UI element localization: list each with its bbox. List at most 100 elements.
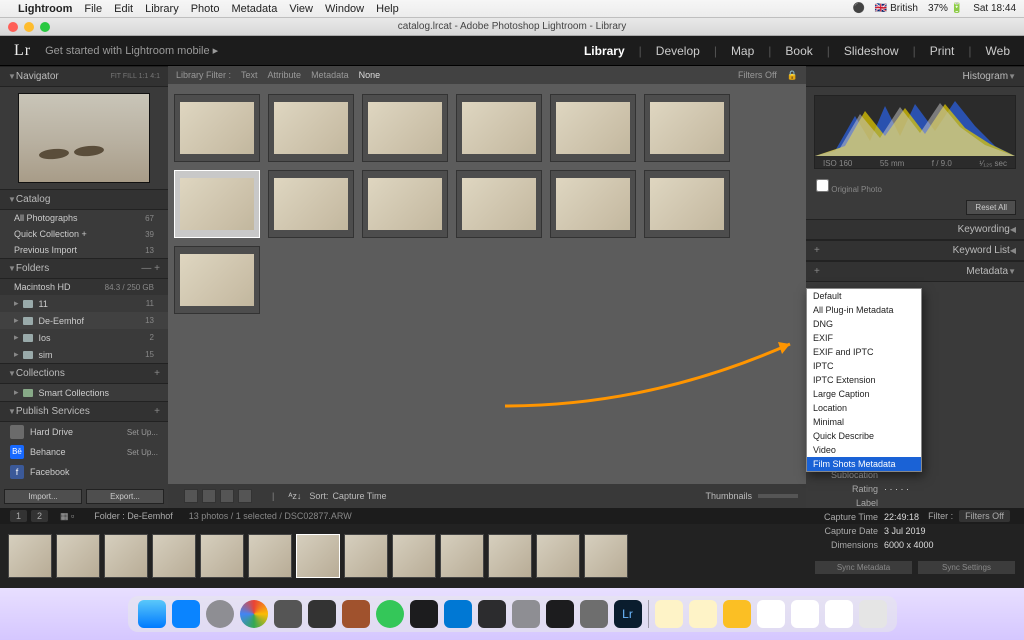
module-develop[interactable]: Develop <box>656 44 700 58</box>
navigator-panel-header[interactable]: ▼Navigator FIT FILL 1:1 4:1 <box>0 66 168 87</box>
grid-thumbnail[interactable] <box>550 170 636 238</box>
filmstrip-thumbnail[interactable] <box>392 534 436 578</box>
keyword-list-panel-header[interactable]: +Keyword List◀ <box>806 240 1024 261</box>
module-web[interactable]: Web <box>986 44 1010 58</box>
close-window-button[interactable] <box>8 22 18 32</box>
dock-app-icon[interactable] <box>723 600 751 628</box>
folder-item[interactable]: ▸Ios2 <box>0 329 168 346</box>
preset-menu-item[interactable]: DNG <box>807 317 921 331</box>
menu-photo[interactable]: Photo <box>191 3 220 15</box>
filters-off-toggle[interactable]: Filters Off <box>738 70 777 80</box>
dock-window-icon[interactable] <box>757 600 785 628</box>
dock-window-icon[interactable] <box>825 600 853 628</box>
folders-volume[interactable]: Macintosh HD84.3 / 250 GB <box>0 279 168 295</box>
catalog-previous-import[interactable]: Previous Import13 <box>0 242 168 258</box>
filmstrip-thumbnail[interactable] <box>488 534 532 578</box>
folders-panel-header[interactable]: ▼Folders— + <box>0 258 168 279</box>
preset-menu-item[interactable]: Video <box>807 443 921 457</box>
dock-app-icon[interactable] <box>512 600 540 628</box>
publish-hard-drive[interactable]: Hard DriveSet Up... <box>0 422 168 442</box>
dock-folder-icon[interactable] <box>689 600 717 628</box>
filmstrip-thumbnail[interactable] <box>104 534 148 578</box>
grid-thumbnail[interactable] <box>644 170 730 238</box>
collections-panel-header[interactable]: ▼Collections+ <box>0 363 168 384</box>
menu-library[interactable]: Library <box>145 3 179 15</box>
filmstrip-thumbnail[interactable] <box>8 534 52 578</box>
dock-finder-icon[interactable] <box>138 600 166 628</box>
dock-app-icon[interactable] <box>546 600 574 628</box>
dock-app-icon[interactable] <box>478 600 506 628</box>
filmstrip-thumbnail[interactable] <box>56 534 100 578</box>
grid-thumbnail[interactable] <box>174 170 260 238</box>
preset-menu-item[interactable]: EXIF <box>807 331 921 345</box>
keywording-panel-header[interactable]: Keywording◀ <box>806 219 1024 240</box>
dock-chrome-icon[interactable] <box>240 600 268 628</box>
dock-launchpad-icon[interactable] <box>206 600 234 628</box>
preset-menu-item[interactable]: Film Shots Metadata <box>807 457 921 471</box>
preset-menu-item[interactable]: Large Caption <box>807 387 921 401</box>
grid-thumbnail[interactable] <box>268 170 354 238</box>
dock-folder-icon[interactable] <box>655 600 683 628</box>
survey-view-icon[interactable] <box>238 489 252 503</box>
breadcrumb[interactable]: Folder : De-Eemhof <box>94 511 173 521</box>
preset-menu-item[interactable]: Default <box>807 289 921 303</box>
dock-vscode-icon[interactable] <box>444 600 472 628</box>
original-photo-checkbox[interactable] <box>816 179 829 192</box>
menu-file[interactable]: File <box>84 3 102 15</box>
lang-indicator[interactable]: 🇬🇧 British <box>875 3 918 14</box>
wifi-icon[interactable]: ⚫ <box>852 3 864 14</box>
preset-menu-item[interactable]: EXIF and IPTC <box>807 345 921 359</box>
module-print[interactable]: Print <box>930 44 955 58</box>
menu-view[interactable]: View <box>289 3 313 15</box>
zoom-window-button[interactable] <box>40 22 50 32</box>
module-library[interactable]: Library <box>584 44 625 58</box>
folder-item-selected[interactable]: ▸De-Eemhof13 <box>0 312 168 329</box>
grid-thumbnail[interactable] <box>456 94 542 162</box>
menu-help[interactable]: Help <box>376 3 399 15</box>
page-2[interactable]: 2 <box>31 510 48 522</box>
module-map[interactable]: Map <box>731 44 754 58</box>
grid-thumbnail[interactable] <box>362 94 448 162</box>
filmstrip-thumbnail[interactable] <box>536 534 580 578</box>
module-slideshow[interactable]: Slideshow <box>844 44 899 58</box>
publish-panel-header[interactable]: ▼Publish Services+ <box>0 401 168 422</box>
publish-facebook[interactable]: fFacebook <box>0 462 168 482</box>
preset-menu-item[interactable]: Minimal <box>807 415 921 429</box>
sort-direction-icon[interactable]: ᴬᴢ↓ <box>288 491 301 501</box>
filter-attribute[interactable]: Attribute <box>268 70 302 80</box>
sort-dropdown[interactable]: Capture Time <box>332 491 386 501</box>
preset-menu-item[interactable]: Quick Describe <box>807 429 921 443</box>
thumbnail-grid[interactable] <box>168 84 806 484</box>
dock-settings-icon[interactable] <box>274 600 302 628</box>
dock-app-icon[interactable] <box>308 600 336 628</box>
navigator-preview[interactable] <box>18 93 150 183</box>
navigator-zoom-modes[interactable]: FIT FILL 1:1 4:1 <box>111 73 160 80</box>
grid-thumbnail[interactable] <box>456 170 542 238</box>
dock-window-icon[interactable] <box>791 600 819 628</box>
reset-all-button[interactable]: Reset All <box>966 200 1016 215</box>
grid-icon[interactable]: ▦ ▫ <box>60 511 74 522</box>
import-button[interactable]: Import... <box>4 489 82 504</box>
export-button[interactable]: Export... <box>86 489 164 504</box>
histogram-panel-header[interactable]: Histogram▼ <box>806 66 1024 87</box>
preset-menu-item[interactable]: Location <box>807 401 921 415</box>
catalog-panel-header[interactable]: ▼Catalog <box>0 189 168 210</box>
dock-app-icon[interactable] <box>342 600 370 628</box>
thumbnail-size-slider[interactable] <box>758 494 798 498</box>
loupe-view-icon[interactable] <box>202 489 216 503</box>
dock-terminal-icon[interactable] <box>410 600 438 628</box>
grid-thumbnail[interactable] <box>644 94 730 162</box>
filmstrip-thumbnail[interactable] <box>296 534 340 578</box>
menu-metadata[interactable]: Metadata <box>231 3 277 15</box>
grid-thumbnail[interactable] <box>550 94 636 162</box>
filmstrip-thumbnail[interactable] <box>200 534 244 578</box>
minimize-window-button[interactable] <box>24 22 34 32</box>
publish-behance[interactable]: BēBehanceSet Up... <box>0 442 168 462</box>
smart-collections[interactable]: ▸Smart Collections <box>0 384 168 401</box>
dock-app-icon[interactable] <box>376 600 404 628</box>
filter-none[interactable]: None <box>359 70 381 80</box>
grid-thumbnail[interactable] <box>362 170 448 238</box>
catalog-quick-collection[interactable]: Quick Collection +39 <box>0 226 168 242</box>
dock-gimp-icon[interactable] <box>580 600 608 628</box>
grid-thumbnail[interactable] <box>268 94 354 162</box>
